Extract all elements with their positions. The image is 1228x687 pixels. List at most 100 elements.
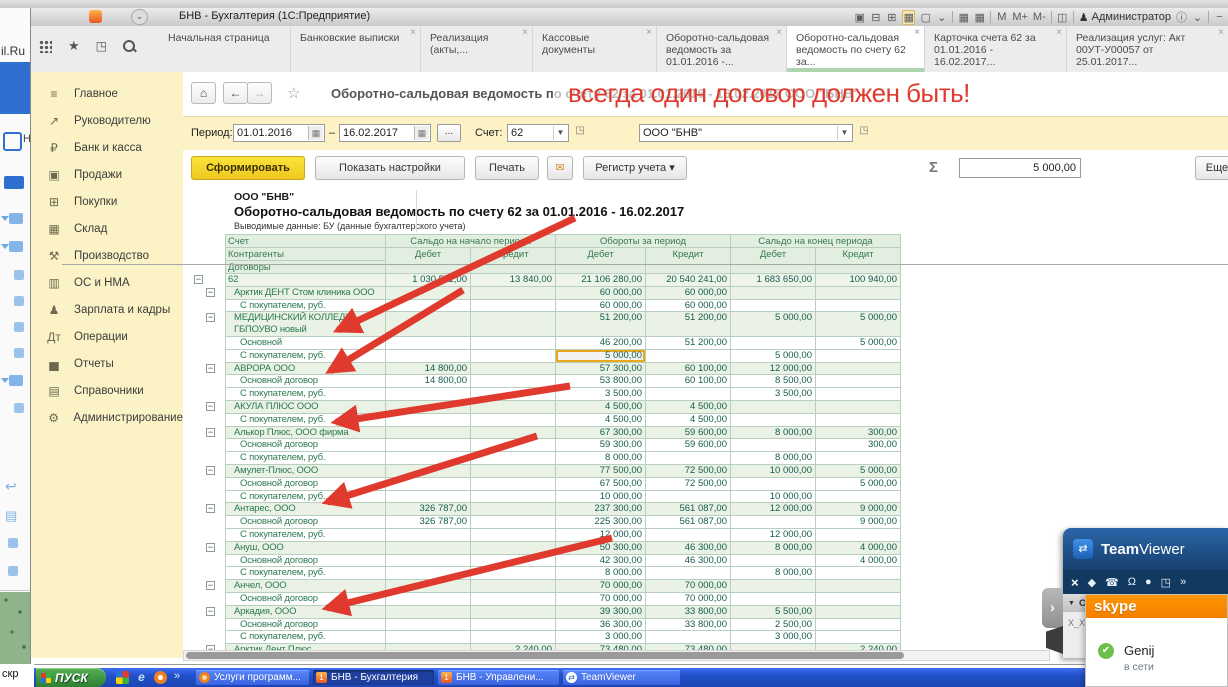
cell-od[interactable]: 4 500,00 [556, 414, 646, 427]
cell-nd[interactable] [386, 350, 471, 363]
cell-nd[interactable] [386, 529, 471, 542]
horizontal-scrollbar[interactable] [183, 650, 1050, 661]
cell-kd[interactable]: 3 000,00 [731, 631, 816, 644]
cell-nk[interactable] [471, 337, 556, 350]
cell-ok[interactable]: 59 600,00 [646, 427, 731, 440]
cell-kd[interactable]: 8 000,00 [731, 427, 816, 440]
cell-kk[interactable] [816, 350, 901, 363]
show-settings-button[interactable]: Показать настройки [315, 156, 465, 180]
cell-ok[interactable] [646, 529, 731, 542]
taskbar-button[interactable]: 1БНВ - Управлени... [438, 670, 559, 685]
cell-nd[interactable] [386, 337, 471, 350]
cell-nk[interactable] [471, 414, 556, 427]
cell-kk[interactable]: 4 000,00 [816, 555, 901, 568]
cell-nd[interactable] [386, 427, 471, 440]
sidebar-item-dtkt[interactable]: ДтОперации [31, 323, 183, 350]
cell-kd[interactable]: 5 000,00 [731, 312, 816, 337]
sidebar-item-chart[interactable]: ▅Отчеты [31, 350, 183, 377]
quicklaunch-overflow-icon[interactable]: » [174, 670, 180, 682]
cell-ok[interactable] [646, 452, 731, 465]
period-options-button[interactable]: ... [437, 124, 461, 142]
cell-nd[interactable] [386, 452, 471, 465]
cell-nk[interactable]: 13 840,00 [471, 274, 556, 287]
cell-nd[interactable] [386, 542, 471, 555]
collapse-button[interactable]: − [206, 543, 215, 552]
cell-nk[interactable] [471, 631, 556, 644]
info-icon[interactable]: ⓘ [1176, 9, 1187, 25]
cell-kk[interactable]: 9 000,00 [816, 516, 901, 529]
cell-nk[interactable] [471, 300, 556, 313]
cell-ok[interactable]: 59 600,00 [646, 439, 731, 452]
sidebar-item-cart[interactable]: ⊞Покупки [31, 188, 183, 215]
collapse-button[interactable]: − [206, 428, 215, 437]
cell-kd[interactable] [731, 414, 816, 427]
minimize-icon[interactable]: − [1214, 11, 1225, 23]
search-icon[interactable] [123, 40, 135, 52]
cell-nk[interactable] [471, 516, 556, 529]
forward-button[interactable]: → [247, 82, 272, 104]
cell-od[interactable]: 237 300,00 [556, 503, 646, 516]
cell-od[interactable]: 77 500,00 [556, 465, 646, 478]
tab-4[interactable]: Кассовые документы× [533, 26, 657, 72]
cell-nk[interactable] [471, 401, 556, 414]
all-functions-icon[interactable] [39, 40, 52, 53]
register-button[interactable]: Регистр учета ▾ [583, 156, 687, 180]
sidebar-item-warehouse[interactable]: ▦Склад [31, 215, 183, 242]
cell-od[interactable]: 5 000,00 [556, 350, 646, 363]
cell-kd[interactable]: 12 000,00 [731, 529, 816, 542]
cell-kd[interactable] [731, 337, 816, 350]
calendar-icon[interactable]: ▦ [974, 11, 985, 24]
cell-od[interactable]: 39 300,00 [556, 606, 646, 619]
sum-field[interactable]: 5 000,00 [959, 158, 1081, 178]
history-icon[interactable]: ◳ [96, 39, 107, 53]
cell-ok[interactable]: 4 500,00 [646, 401, 731, 414]
cell-nd[interactable] [386, 555, 471, 568]
organization-open-icon[interactable]: ◳ [857, 125, 871, 140]
cell-kk[interactable]: 100 940,00 [816, 274, 901, 287]
cell-kd[interactable]: 5 000,00 [731, 350, 816, 363]
print-icon[interactable]: ⊟ [870, 11, 881, 24]
start-button[interactable]: ПУСК [36, 668, 106, 687]
scrollbar-thumb[interactable] [186, 652, 904, 659]
cell-kd[interactable] [731, 287, 816, 300]
collapse-button[interactable]: − [206, 313, 215, 322]
cell-od[interactable]: 57 300,00 [556, 363, 646, 376]
cell-kk[interactable] [816, 529, 901, 542]
cell-od[interactable]: 12 000,00 [556, 529, 646, 542]
cell-od[interactable]: 50 300,00 [556, 542, 646, 555]
tab-3[interactable]: Реализация (акты,...× [421, 26, 533, 72]
collapse-button[interactable]: − [206, 504, 215, 513]
cell-nk[interactable] [471, 465, 556, 478]
cell-nk[interactable] [471, 555, 556, 568]
tv-phone-icon[interactable]: ☎ [1105, 576, 1119, 589]
collapse-button[interactable]: − [206, 364, 215, 373]
calendar-icon[interactable]: ▦ [308, 126, 323, 140]
cell-od[interactable]: 46 200,00 [556, 337, 646, 350]
chevron-down-icon[interactable]: ▼ [553, 126, 567, 140]
quicklaunch-app-icon[interactable] [154, 671, 167, 684]
cell-kk[interactable]: 5 000,00 [816, 312, 901, 337]
cell-kk[interactable] [816, 401, 901, 414]
cell-kd[interactable]: 8 000,00 [731, 452, 816, 465]
cell-nk[interactable] [471, 350, 556, 363]
taskbar-button[interactable]: 1БНВ - Бухгалтерия [313, 670, 434, 685]
cell-kd[interactable]: 12 000,00 [731, 503, 816, 516]
tv-chat-icon[interactable]: ● [1145, 576, 1152, 588]
cell-kk[interactable]: 5 000,00 [816, 465, 901, 478]
cell-nk[interactable] [471, 491, 556, 504]
M+-icon[interactable]: M+ [1012, 11, 1028, 23]
teamviewer-collapse-handle[interactable]: › [1042, 588, 1063, 628]
cell-od[interactable]: 10 000,00 [556, 491, 646, 504]
grid-icon[interactable]: ▦ [902, 10, 915, 25]
cell-nd[interactable] [386, 619, 471, 632]
cell-kd[interactable]: 8 500,00 [731, 375, 816, 388]
cell-ok[interactable]: 70 000,00 [646, 580, 731, 593]
cell-kk[interactable] [816, 375, 901, 388]
cell-kd[interactable] [731, 593, 816, 606]
cell-nk[interactable] [471, 619, 556, 632]
chevron-down-icon[interactable]: ⌄ [1192, 11, 1203, 24]
cell-od[interactable]: 53 800,00 [556, 375, 646, 388]
tab-close-icon[interactable]: × [914, 29, 920, 37]
cell-kk[interactable] [816, 388, 901, 401]
tab-close-icon[interactable]: × [522, 29, 528, 37]
